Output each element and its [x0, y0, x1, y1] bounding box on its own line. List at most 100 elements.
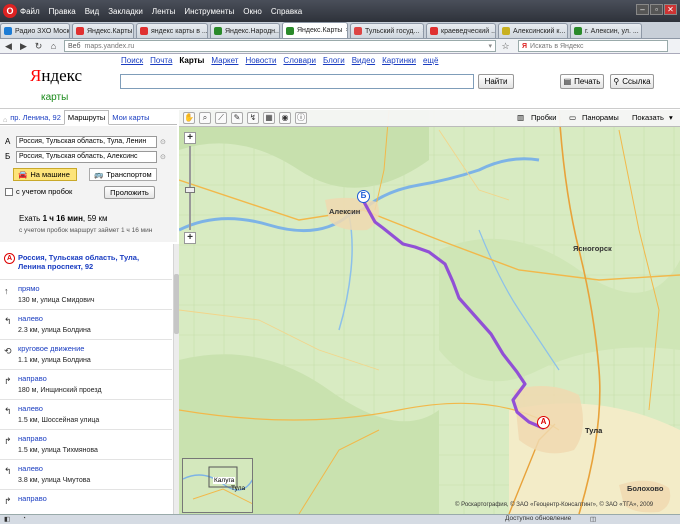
menu-edit[interactable]: Правка — [49, 7, 76, 16]
browser-tab[interactable]: Тульский госуд...× — [350, 23, 424, 38]
step-action[interactable]: круговое движение — [18, 344, 84, 353]
traffic-checkbox-row[interactable]: с учетом пробок — [5, 187, 72, 196]
tab-routes[interactable]: Маршруты — [63, 110, 110, 125]
print-button[interactable]: ▤ Печать — [560, 74, 604, 89]
route-step[interactable]: ↱ направо 180 м, Инщинский проезд — [0, 369, 172, 399]
route-step[interactable]: ⟲ круговое движение 1.1 км, улица Болдина — [0, 339, 172, 369]
home-icon[interactable]: ⌂ — [47, 40, 60, 52]
yandex-logo[interactable]: Яндекс — [30, 66, 82, 86]
menu-bookmarks[interactable]: Закладки — [108, 7, 143, 16]
map-search-input[interactable] — [120, 74, 474, 89]
browser-tab[interactable]: г. Алексин, ул. ...× — [570, 23, 642, 38]
pencil-icon[interactable]: ✎ — [231, 112, 243, 124]
bookmark-star-icon[interactable]: ☆ — [499, 40, 512, 52]
opera-logo-icon[interactable]: O — [3, 4, 17, 18]
panel-toggle-icon[interactable]: ◧ — [4, 515, 10, 523]
route-step[interactable]: ↱ направо 1.5 км, улица Тихмянова — [0, 429, 172, 459]
service-link[interactable]: Новости — [245, 56, 276, 65]
step-action[interactable]: прямо — [18, 284, 40, 293]
step-action[interactable]: налево — [18, 464, 43, 473]
browser-tab[interactable]: краеведческий ...× — [426, 23, 496, 38]
panorama-icon[interactable]: ▭ — [567, 112, 578, 124]
service-link[interactable]: ещё — [423, 56, 438, 65]
layers-icon[interactable]: ▦ — [263, 112, 275, 124]
point-b-clear-icon[interactable]: ⊙ — [160, 153, 166, 161]
tab-close-icon[interactable]: × — [419, 28, 423, 35]
tab-my-maps[interactable]: Мои карты — [109, 111, 152, 124]
update-status[interactable]: Доступно обновление — [505, 515, 571, 522]
step-action[interactable]: направо — [18, 374, 47, 383]
close-window-icon[interactable]: ✕ — [664, 4, 677, 15]
browser-tab[interactable]: яндекс карты в ...× — [136, 23, 208, 38]
menu-window[interactable]: Окно — [243, 7, 262, 16]
menu-view[interactable]: Вид — [85, 7, 99, 16]
start-address[interactable]: Россия, Тульская область, Тула, Ленина п… — [18, 253, 168, 271]
service-link[interactable]: Почта — [150, 56, 172, 65]
zoom-status-icon[interactable]: ◫ — [590, 515, 596, 523]
traffic-checkbox[interactable] — [5, 187, 13, 196]
tab-address[interactable]: пр. Ленина, 92 — [7, 111, 64, 124]
zoom-slider-knob[interactable] — [185, 187, 195, 193]
browser-tab[interactable]: Алексинский к...× — [498, 23, 568, 38]
zoom-out-button[interactable]: + — [184, 232, 196, 244]
minimize-icon[interactable]: – — [636, 4, 649, 15]
route-step[interactable]: ↰ налево 1.5 км, Шоссейная улица — [0, 399, 172, 429]
point-a-clear-icon[interactable]: ⊙ — [160, 138, 166, 146]
forward-icon[interactable]: ▶ — [17, 40, 30, 52]
service-link[interactable]: Словари — [283, 56, 316, 65]
hand-icon[interactable]: ✋ — [183, 112, 195, 124]
info-icon[interactable]: ⓘ — [295, 112, 307, 124]
search-field[interactable]: Я Искать в Яндекс — [518, 40, 668, 52]
step-action[interactable]: направо — [18, 494, 47, 503]
service-link[interactable]: Маркет — [211, 56, 238, 65]
panoramas-button[interactable]: Панорамы — [580, 112, 621, 124]
point-a-input[interactable]: Россия, Тульская область, Тула, Ленин — [16, 135, 157, 148]
menu-feeds[interactable]: Ленты — [152, 7, 176, 16]
point-b-input[interactable]: Россия, Тульская область, Алексинс — [16, 150, 157, 163]
browser-tab[interactable]: Яндекс.Народн...× — [210, 23, 280, 38]
zoom-in-button[interactable]: + — [184, 132, 196, 144]
find-button[interactable]: Найти — [478, 74, 514, 89]
marker-a[interactable]: А — [537, 416, 550, 429]
link-button[interactable]: ⚲ Ссылка — [610, 74, 654, 89]
service-link[interactable]: Блоги — [323, 56, 345, 65]
route-step[interactable]: ↰ налево 2.3 км, улица Болдина — [0, 309, 172, 339]
browser-tab[interactable]: Яндекс.Карты× — [282, 22, 348, 38]
overview-minimap[interactable]: Калуга Тула — [182, 458, 253, 513]
service-link[interactable]: Поиск — [121, 56, 143, 65]
camera-icon[interactable]: ◉ — [279, 112, 291, 124]
menu-file[interactable]: Файл — [20, 7, 40, 16]
url-field[interactable]: Веб maps.yandex.ru ▾ — [64, 40, 496, 52]
back-icon[interactable]: ◀ — [2, 40, 15, 52]
menu-help[interactable]: Справка — [271, 7, 302, 16]
maps-sublogo[interactable]: карты — [41, 92, 68, 103]
step-action[interactable]: налево — [18, 314, 43, 323]
route-step[interactable]: ↰ налево 3.8 км, улица Чмутова — [0, 459, 172, 489]
map-canvas[interactable] — [179, 110, 680, 514]
reload-icon[interactable]: ↻ — [32, 40, 45, 52]
show-button[interactable]: Показать — [630, 112, 666, 124]
route-step[interactable]: ↑ прямо 130 м, улица Смидович — [0, 279, 172, 309]
service-link[interactable]: Видео — [352, 56, 375, 65]
browser-tab[interactable]: Яндекс.Карты× — [72, 23, 134, 38]
traffic-icon[interactable]: ▥ — [515, 112, 526, 124]
step-action[interactable]: направо — [18, 434, 47, 443]
magnifier-icon[interactable]: ⌕ — [199, 112, 211, 124]
url-dropdown-icon[interactable]: ▾ — [488, 42, 492, 50]
service-link[interactable]: Карты — [179, 56, 204, 65]
tab-close-icon[interactable]: × — [565, 28, 567, 35]
service-link[interactable]: Картинки — [382, 56, 416, 65]
marker-b[interactable]: Б — [357, 190, 370, 203]
build-route-button[interactable]: Проложить — [104, 186, 155, 199]
tab-close-icon[interactable]: × — [639, 28, 641, 35]
mode-transit-button[interactable]: 🚌 Транспортом — [89, 168, 157, 181]
tab-close-icon[interactable]: × — [342, 27, 347, 34]
browser-tab[interactable]: Радио ЗХО Моск...× — [0, 23, 70, 38]
route-tool-icon[interactable]: ↯ — [247, 112, 259, 124]
tab-close-icon[interactable]: × — [132, 28, 133, 35]
menu-tools[interactable]: Инструменты — [184, 7, 234, 16]
route-start[interactable]: А Россия, Тульская область, Тула, Ленина… — [0, 244, 172, 277]
chevron-down-icon[interactable]: ▾ — [667, 112, 675, 124]
mode-car-button[interactable]: 🚘 На машине — [13, 168, 77, 181]
step-action[interactable]: налево — [18, 404, 43, 413]
